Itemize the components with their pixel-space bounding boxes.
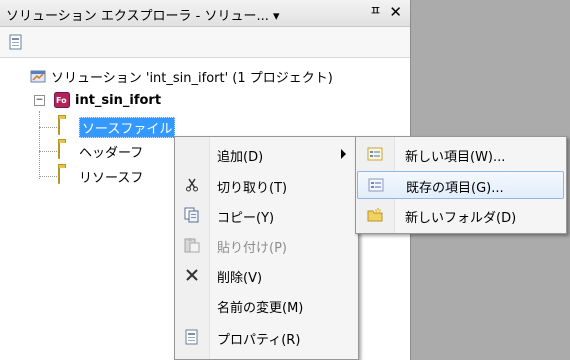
menu-item-label: 切り取り(T) bbox=[217, 181, 288, 196]
menu-item-properties[interactable]: プロパティ(R) bbox=[175, 323, 356, 351]
menu-item-copy[interactable]: コピー(Y) bbox=[175, 201, 356, 229]
menu-item-label: 名前の変更(M) bbox=[217, 301, 304, 316]
menu-item-label: コピー(Y) bbox=[217, 211, 275, 226]
scissors-icon bbox=[184, 177, 200, 193]
tree-item-folder[interactable]: ヘッダーフ bbox=[58, 141, 143, 161]
fortran-project-icon: Fo bbox=[54, 92, 70, 108]
menu-item-paste[interactable]: 貼り付け(P) bbox=[175, 231, 356, 259]
tree-item-folder[interactable]: ソースファイル bbox=[58, 116, 176, 138]
panel-title: ソリューション エクスプローラ - ソリュー... ▾ bbox=[6, 9, 280, 24]
solution-label: ソリューション 'int_sin_ifort' (1 プロジェクト) bbox=[51, 70, 333, 86]
properties-toolbar-icon[interactable] bbox=[8, 34, 24, 50]
menu-item-label: 新しい項目(W)... bbox=[405, 150, 506, 165]
close-icon[interactable]: ✕ bbox=[389, 3, 402, 21]
tree-line bbox=[39, 111, 40, 179]
menu-item-label: プロパティ(R) bbox=[217, 333, 301, 348]
solution-icon bbox=[30, 68, 46, 84]
tree-line bbox=[39, 127, 57, 128]
title-controls: ㅍ ✕ bbox=[369, 3, 402, 21]
delete-icon bbox=[184, 267, 200, 283]
existing-item-icon bbox=[368, 177, 384, 193]
svg-text:Fo: Fo bbox=[56, 96, 67, 105]
folder-icon bbox=[58, 167, 74, 184]
menu-item-delete[interactable]: 削除(V) bbox=[175, 261, 356, 289]
menu-item-label: 削除(V) bbox=[217, 271, 263, 286]
menu-item-label: 追加(D) bbox=[217, 150, 264, 165]
folder-icon bbox=[58, 118, 74, 135]
title-bar: ソリューション エクスプローラ - ソリュー... ▾ ㅍ ✕ bbox=[0, 0, 410, 27]
submenu-item-existing-item[interactable]: 既存の項目(G)... bbox=[357, 171, 564, 199]
menu-item-add[interactable]: 追加(D) bbox=[177, 140, 356, 168]
menu-item-cut[interactable]: 切り取り(T) bbox=[175, 171, 356, 199]
copy-icon bbox=[184, 207, 200, 223]
folder-label: リソースフ bbox=[79, 170, 144, 186]
menu-item-rename[interactable]: 名前の変更(M) bbox=[175, 291, 356, 319]
properties-icon bbox=[184, 329, 200, 345]
folder-label-selected: ソースファイル bbox=[79, 116, 176, 138]
folder-label: ヘッダーフ bbox=[79, 145, 144, 161]
menu-item-label: 貼り付け(P) bbox=[217, 241, 287, 256]
menu-item-label: 既存の項目(G)... bbox=[406, 181, 504, 196]
tree-item-project[interactable]: Fo int_sin_ifort bbox=[54, 90, 161, 110]
paste-icon bbox=[184, 237, 200, 253]
submenu-item-new-folder[interactable]: 新しいフォルダ(D) bbox=[356, 201, 564, 229]
tree-item-solution[interactable]: ソリューション 'int_sin_ifort' (1 プロジェクト) bbox=[30, 66, 333, 86]
new-item-icon bbox=[367, 146, 383, 162]
project-label: int_sin_ifort bbox=[75, 92, 162, 108]
toolbar bbox=[0, 27, 410, 58]
new-folder-icon bbox=[367, 207, 383, 223]
pin-icon[interactable]: ㅍ bbox=[369, 3, 381, 21]
submenu-arrow-icon bbox=[341, 149, 346, 159]
tree-item-folder[interactable]: リソースフ bbox=[58, 166, 143, 186]
add-submenu: 新しい項目(W)... 既存の項目(G)... 新しいフォルダ(D) bbox=[355, 136, 567, 234]
tree-line bbox=[39, 176, 57, 177]
folder-icon bbox=[58, 142, 74, 159]
tree-line bbox=[39, 151, 57, 152]
collapse-icon[interactable]: − bbox=[34, 95, 45, 106]
submenu-item-new-item[interactable]: 新しい項目(W)... bbox=[356, 140, 564, 168]
context-menu: 追加(D) 切り取り(T) コピー(Y) 貼り付け(P) 削除(V) 名前の変更… bbox=[174, 136, 359, 360]
menu-item-label: 新しいフォルダ(D) bbox=[405, 211, 517, 226]
